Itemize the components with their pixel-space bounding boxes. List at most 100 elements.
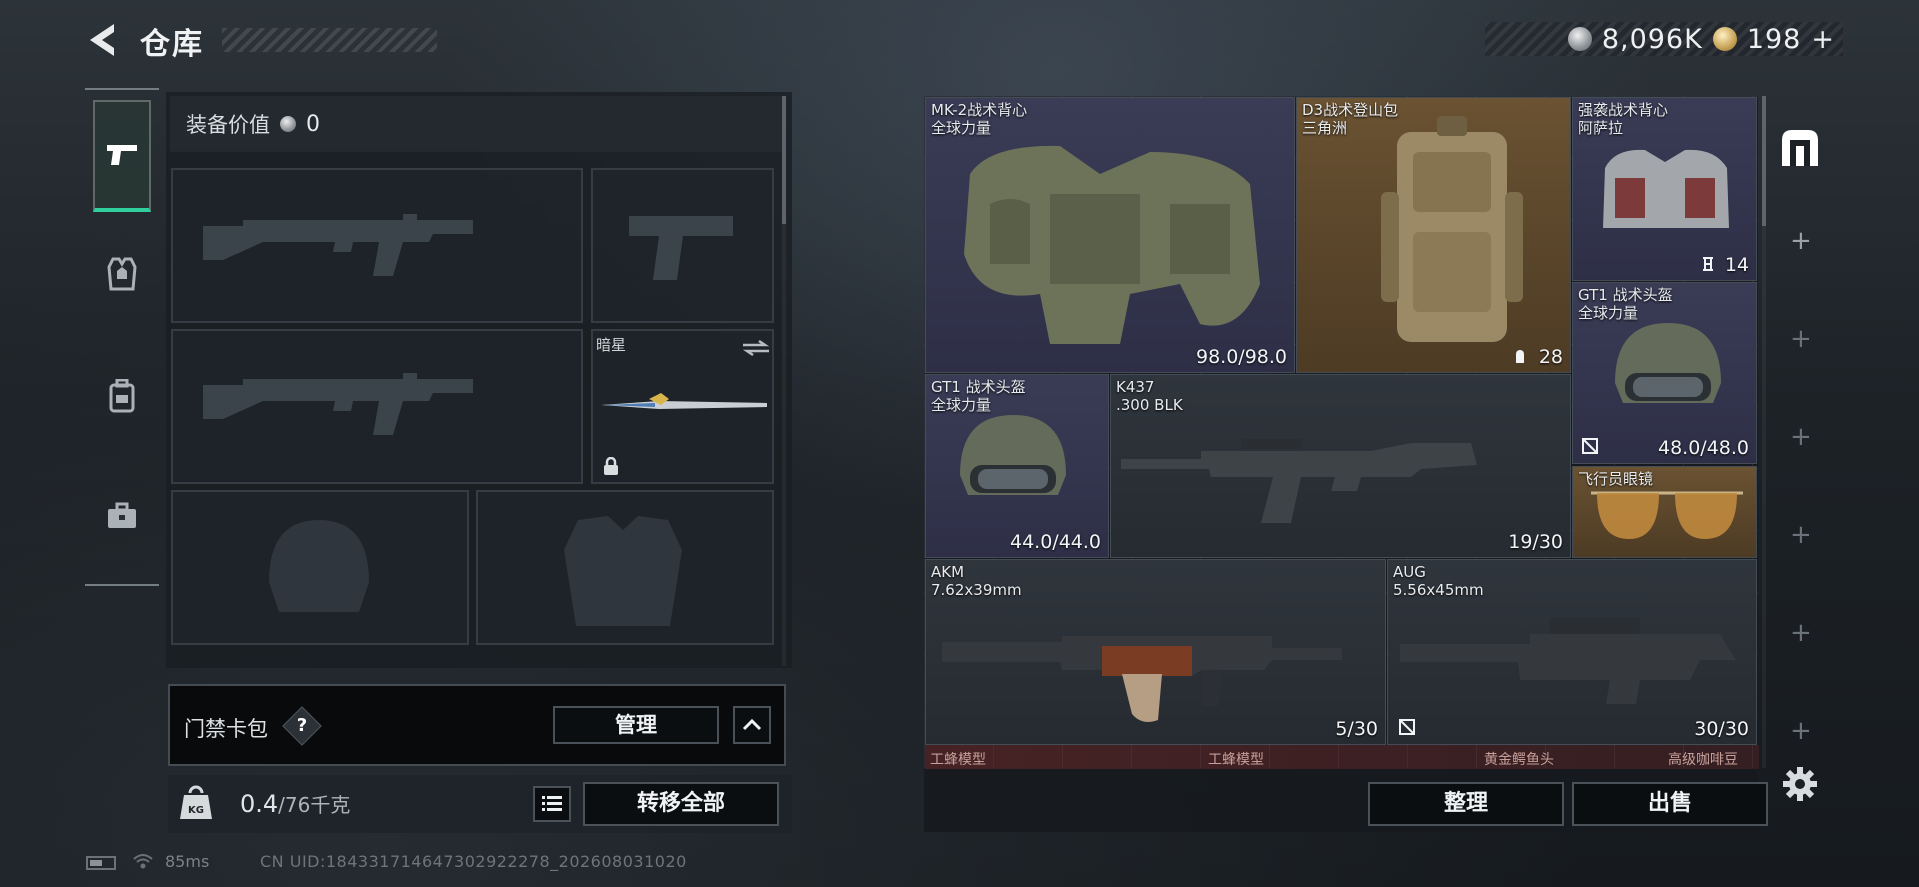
armor-slot[interactable]	[476, 490, 774, 645]
capacity: 28	[1538, 346, 1563, 368]
pistol-slot[interactable]	[591, 168, 774, 323]
storage-item-gt1-helmet-a[interactable]: GT1 战术头盔 全球力量 48.0/48.0	[1572, 282, 1757, 464]
no-repair-icon	[1399, 719, 1415, 735]
armor-vest-icon	[107, 257, 137, 291]
pistol-icon	[107, 145, 137, 165]
tab-backpack[interactable]	[93, 340, 151, 452]
storage-item-aug[interactable]: AUG 5.56x45mm 30/30	[1387, 559, 1757, 745]
rifle-silhouette-icon	[203, 214, 473, 276]
tactical-vest-icon	[964, 145, 1260, 344]
tab-toolbox[interactable]	[93, 460, 151, 572]
add-page-icon[interactable]: +	[1790, 618, 1812, 648]
row-item-label[interactable]: 工蜂模型	[1208, 749, 1264, 769]
helmet-slot[interactable]	[171, 490, 469, 645]
settings-button[interactable]	[1780, 764, 1820, 804]
wifi-icon	[133, 854, 153, 869]
list-icon	[542, 796, 562, 811]
capacity-icon	[1516, 350, 1524, 363]
category-tabs	[85, 88, 159, 586]
gold-coin-icon	[1712, 27, 1737, 51]
add-page-icon[interactable]: +	[1790, 226, 1812, 256]
transfer-all-button[interactable]: 转移全部	[583, 782, 779, 826]
keycard-wallet-label: 门禁卡包	[184, 717, 268, 741]
helmet-silhouette-icon	[269, 520, 369, 612]
row-item-label[interactable]: 工蜂模型	[930, 749, 986, 769]
knife-icon	[601, 393, 767, 409]
rifle-silhouette-icon	[203, 373, 473, 435]
storage-item-d3-backpack[interactable]: D3战术登山包 三角洲 28	[1296, 97, 1571, 373]
weight-current: 0.4	[240, 790, 279, 818]
back-arrow-icon	[90, 24, 114, 56]
user-uid: CN UID:18433171464730292227​8_2026080310…	[260, 852, 687, 871]
primary-weapon-slot[interactable]	[171, 168, 583, 323]
gold-amount: 198	[1746, 23, 1802, 55]
weight-readout: 0.4/76千克	[240, 789, 350, 818]
safe-icon	[1782, 130, 1818, 166]
weight-kg-icon: KG	[178, 785, 214, 823]
item-name: 强袭战术背心 阿萨拉	[1578, 101, 1669, 137]
helmet-item-icon	[1615, 323, 1721, 403]
item-name: AKM 7.62x39mm	[931, 563, 1022, 599]
storage-scroll-thumb[interactable]	[1762, 96, 1766, 226]
add-page-icon[interactable]: +	[1790, 324, 1812, 354]
item-name: K437.300 BLK	[1116, 378, 1183, 414]
tab-weapons[interactable]	[93, 100, 151, 212]
storage-item-gt1-helmet-b[interactable]: GT1 战术头盔 全球力量 44.0/44.0	[925, 374, 1109, 558]
add-page-icon[interactable]: +	[1790, 422, 1812, 452]
secondary-weapon-slot[interactable]	[171, 329, 583, 484]
page-title: 仓库	[140, 27, 204, 62]
backpack-item-icon	[1381, 116, 1523, 342]
ammo-count: 30/30	[1694, 718, 1749, 740]
sort-button[interactable]: 整理	[1368, 782, 1564, 826]
equipment-value-bar: 装备价值 0	[170, 96, 784, 152]
backpack-icon	[109, 379, 135, 413]
chevron-up-icon	[742, 718, 762, 731]
equipment-value: 0	[306, 111, 320, 137]
rig-icon	[1603, 149, 1729, 228]
list-view-button[interactable]	[533, 786, 571, 822]
silver-coin-icon	[1567, 27, 1592, 51]
item-name: AUG 5.56x45mm	[1393, 563, 1484, 599]
storage-pages: + + + + + +	[1770, 96, 1830, 796]
capacity-icon	[1703, 257, 1713, 271]
ammo-count: 5/30	[1335, 718, 1378, 740]
sunglasses-icon	[1591, 491, 1743, 539]
rifle-aug-icon	[1400, 618, 1736, 704]
manage-button[interactable]: 管理	[553, 706, 719, 744]
sell-button[interactable]: 出售	[1572, 782, 1768, 826]
equipment-value-label: 装备价值	[186, 113, 270, 137]
pistol-silhouette-icon	[629, 216, 733, 280]
add-gold-button[interactable]: +	[1811, 24, 1835, 55]
swap-icon	[742, 340, 770, 356]
back-button[interactable]	[84, 20, 120, 60]
helmet-item-icon	[960, 415, 1066, 495]
durability: 44.0/44.0	[1009, 531, 1101, 553]
row-item-label[interactable]: 高级咖啡豆	[1668, 749, 1738, 769]
row-item-label[interactable]: 黄金鳄鱼头	[1484, 749, 1554, 769]
svg-text:KG: KG	[188, 805, 204, 816]
silver-amount: 8,096K	[1601, 23, 1703, 55]
ammo-count: 19/30	[1508, 531, 1563, 553]
storage-page-1[interactable]	[1778, 126, 1822, 170]
lock-icon	[604, 457, 618, 475]
add-page-icon[interactable]: +	[1790, 716, 1812, 746]
no-repair-icon	[1582, 438, 1598, 454]
add-page-icon[interactable]: +	[1790, 520, 1812, 550]
durability: 98.0/98.0	[1195, 346, 1287, 368]
storage-item-aviator-glasses[interactable]: 飞行员眼镜	[1572, 466, 1757, 558]
tab-armor[interactable]	[93, 218, 151, 330]
rifle-akm-icon	[942, 636, 1342, 722]
capacity: 14	[1724, 254, 1749, 276]
storage-item-assault-vest[interactable]: 强袭战术背心 阿萨拉 14	[1572, 97, 1757, 281]
storage-item-mk2-vest[interactable]: MK-2战术背心 全球力量 98.0/98.0	[925, 97, 1295, 373]
help-icon[interactable]: ?	[288, 712, 316, 740]
storage-item-akm[interactable]: AKM 7.62x39mm 5/30	[925, 559, 1386, 745]
collapse-button[interactable]	[733, 706, 771, 744]
loadout-scroll-thumb[interactable]	[782, 96, 786, 224]
storage-item-k437[interactable]: K437.300 BLK 19/30	[1110, 374, 1571, 558]
currency-bar: 8,096K 198 +	[1485, 22, 1843, 56]
item-name: MK-2战术背心 全球力量	[931, 101, 1028, 137]
gear-icon	[1783, 767, 1817, 801]
melee-name: 暗星	[596, 336, 627, 354]
vest-silhouette-icon	[564, 516, 682, 626]
